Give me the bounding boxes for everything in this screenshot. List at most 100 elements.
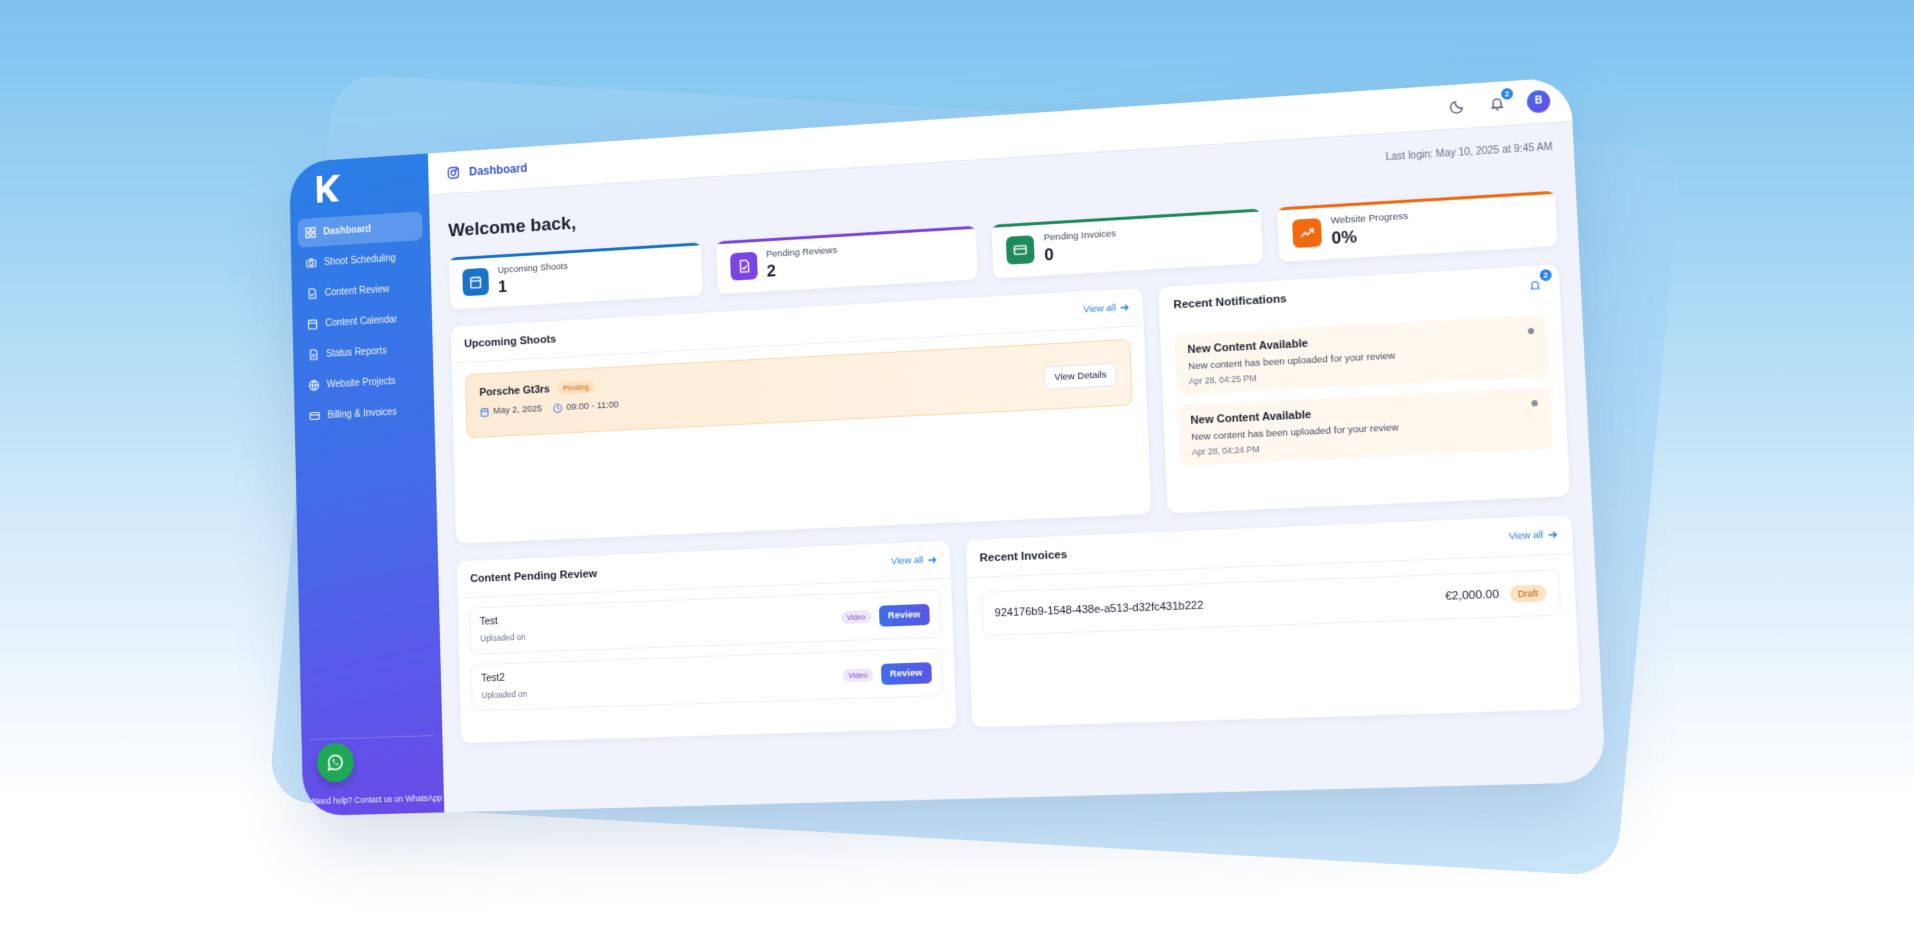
card-title: Upcoming Shoots	[464, 333, 556, 350]
invoice-amount: €2,000.00	[1445, 588, 1500, 602]
sidebar: Dashboard Shoot Scheduling Content Revie…	[289, 153, 444, 816]
app-window: Dashboard Shoot Scheduling Content Revie…	[289, 77, 1606, 816]
credit-card-icon	[309, 410, 320, 422]
breadcrumb-label[interactable]: Dashboard	[469, 161, 528, 178]
card-header: Recent Notifications 2	[1159, 265, 1561, 326]
stat-card-pending-reviews[interactable]: Pending Reviews 2	[716, 226, 978, 294]
shoot-time: 09:00 - 11:00	[566, 399, 619, 412]
stat-value: 0%	[1331, 224, 1409, 249]
notification-item[interactable]: New Content Available New content has be…	[1178, 387, 1553, 466]
table-row[interactable]: 924176b9-1548-438e-a513-d32fc431b222 €2,…	[981, 570, 1561, 637]
status-badge: Pending	[557, 380, 595, 395]
file-text-icon	[308, 349, 319, 361]
sidebar-item-billing-invoices[interactable]: Billing & Invoices	[302, 396, 428, 431]
review-button[interactable]: Review	[879, 604, 930, 627]
globe-icon	[308, 379, 319, 391]
last-login-text: Last login: May 10, 2025 at 9:45 AM	[1385, 142, 1552, 164]
arrow-right-icon	[927, 555, 936, 564]
calendar-icon	[307, 318, 318, 330]
shoot-date: May 2, 2025	[493, 403, 542, 416]
review-button[interactable]: Review	[881, 662, 932, 685]
view-all-label: View all	[1509, 529, 1544, 542]
moon-icon	[1449, 98, 1465, 114]
view-all-shoots-link[interactable]: View all	[1083, 302, 1129, 316]
sidebar-divider	[309, 735, 435, 740]
view-all-label: View all	[891, 555, 923, 567]
sidebar-item-content-review[interactable]: Content Review	[299, 273, 424, 309]
recent-invoices-card: Recent Invoices View all 924176b9-1548-4…	[965, 515, 1581, 728]
theme-toggle-button[interactable]	[1447, 97, 1467, 117]
logo-icon	[311, 171, 345, 207]
card-header: Content Pending Review View all	[457, 541, 951, 599]
grid-icon	[305, 227, 316, 239]
sidebar-item-label: Shoot Scheduling	[324, 253, 396, 268]
stat-icon-box	[462, 268, 489, 296]
file-check-icon	[306, 288, 317, 300]
card-title: Recent Notifications	[1173, 293, 1287, 311]
sidebar-item-content-calendar[interactable]: Content Calendar	[300, 303, 425, 339]
notification-item[interactable]: New Content Available New content has be…	[1175, 315, 1549, 395]
stat-icon-box	[1006, 235, 1035, 264]
clock-icon	[553, 403, 563, 413]
view-all-invoices-link[interactable]: View all	[1509, 529, 1558, 542]
sidebar-item-label: Website Projects	[327, 376, 396, 390]
type-badge: Video	[842, 668, 873, 682]
stat-icon-box	[730, 252, 758, 281]
instagram-icon	[447, 165, 460, 179]
bell-icon	[1528, 279, 1541, 292]
calendar-icon	[480, 407, 490, 417]
stat-value: 1	[498, 273, 569, 296]
list-item[interactable]: Test2 Uploaded on Video Review	[471, 648, 943, 712]
list-item[interactable]: Test Uploaded on Video Review	[469, 589, 941, 654]
file-check-icon	[736, 259, 750, 273]
camera-icon	[306, 257, 317, 269]
page-title: Welcome back,	[448, 213, 576, 242]
sidebar-item-label: Content Review	[325, 284, 390, 298]
avatar[interactable]: B	[1526, 89, 1550, 113]
card-header: Recent Invoices View all	[965, 515, 1573, 578]
upcoming-shoots-card: Upcoming Shoots View all Porsche Gt3rs P…	[451, 288, 1152, 544]
card-title: Content Pending Review	[470, 568, 597, 585]
invoice-id: 924176b9-1548-438e-a513-d32fc431b222	[994, 600, 1203, 620]
credit-card-icon	[1013, 243, 1027, 258]
shoot-name: Porsche Gt3rs	[479, 383, 550, 398]
status-badge: Draft	[1509, 585, 1546, 603]
stat-card-pending-invoices[interactable]: Pending Invoices 0	[991, 209, 1262, 279]
arrow-right-icon	[1547, 530, 1557, 540]
cards-row-1: Upcoming Shoots View all Porsche Gt3rs P…	[451, 265, 1570, 544]
whatsapp-icon	[325, 751, 346, 773]
breadcrumb: Dashboard	[447, 161, 528, 180]
trending-up-icon	[1299, 226, 1314, 241]
recent-notifications-card: Recent Notifications 2 New Content Avail…	[1159, 265, 1571, 514]
scene: Dashboard Shoot Scheduling Content Revie…	[0, 0, 1914, 940]
notifications-button[interactable]: 2	[1487, 94, 1507, 114]
content-pending-review-card: Content Pending Review View all Test Upl…	[457, 541, 956, 743]
sidebar-item-label: Status Reports	[326, 345, 387, 359]
sidebar-item-label: Billing & Invoices	[327, 406, 397, 420]
stat-value: 0	[1044, 241, 1117, 265]
sidebar-item-label: Dashboard	[323, 224, 371, 237]
sidebar-nav: Dashboard Shoot Scheduling Content Revie…	[298, 211, 428, 433]
view-all-label: View all	[1083, 303, 1116, 316]
notification-badge: 2	[1500, 86, 1514, 100]
whatsapp-button[interactable]	[316, 742, 354, 782]
sidebar-item-label: Content Calendar	[325, 314, 397, 329]
sidebar-item-status-reports[interactable]: Status Reports	[300, 334, 425, 370]
view-all-reviews-link[interactable]: View all	[891, 554, 936, 567]
stat-card-upcoming-shoots[interactable]: Upcoming Shoots 1	[449, 242, 702, 309]
dashboard-content: Welcome back, Last login: May 10, 2025 a…	[429, 122, 1602, 744]
sidebar-item-website-projects[interactable]: Website Projects	[301, 365, 427, 400]
type-badge: Video	[841, 610, 872, 624]
notifications-card-bell[interactable]: 2	[1525, 276, 1545, 296]
whatsapp-help-text: Need help? Contact us on WhatsApp	[312, 793, 442, 806]
view-details-button[interactable]: View Details	[1044, 363, 1117, 390]
calendar-icon	[469, 275, 482, 289]
arrow-right-icon	[1120, 303, 1129, 313]
card-title: Recent Invoices	[979, 548, 1067, 564]
stat-value: 2	[766, 257, 838, 281]
notification-badge: 2	[1539, 268, 1553, 282]
stat-card-website-progress[interactable]: Website Progress 0%	[1277, 191, 1558, 262]
main-area: Dashboard 2 B Welcome back, Last login: …	[428, 77, 1606, 812]
topbar-actions: 2 B	[1447, 89, 1551, 118]
stat-icon-box	[1292, 218, 1322, 248]
